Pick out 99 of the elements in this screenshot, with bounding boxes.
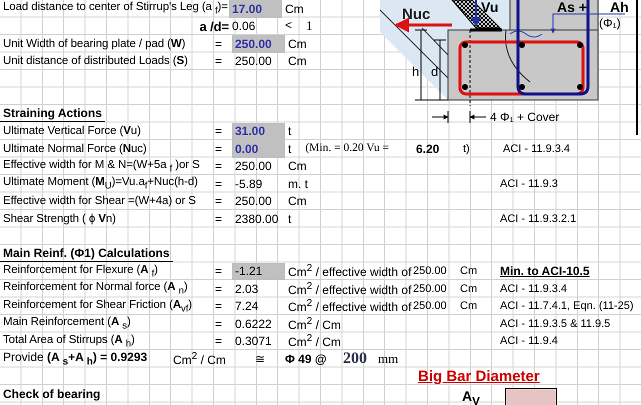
equals-sign: = [214, 264, 223, 278]
code-reference: ACI - 11.9.3 [500, 178, 558, 190]
value-cell-text: 7.24 [234, 298, 260, 315]
force-arrow [471, 0, 481, 28]
dimension-label: h [412, 64, 420, 79]
equals-sign: = [214, 176, 223, 191]
provide-label: Provide (A $_{s}$+A $_{h}$) = 0.9293 [2, 350, 148, 368]
code-reference: ACI - 11.7.4.1, Eqn. (11-25) [500, 300, 634, 312]
unit-label: Cm$^{2}$ / Cm [288, 316, 341, 332]
equals-sign: = [214, 316, 223, 331]
field-label: Ultimate Normal Force (Nuc) [2, 142, 148, 155]
approx-sign: ≅ [254, 352, 266, 366]
bar-label: Φ 49 @ [285, 352, 328, 366]
field-label: Load distance to center of Stirrup's Leg (a $_{f}$)= [2, 1, 229, 16]
code-reference: ACI - 11.9.3.5 & 11.9.5 [500, 318, 610, 330]
field-label: a /d= [198, 18, 229, 34]
field-label: Effective width for M & N=(W+5a $_{f}$ )or S [2, 158, 201, 174]
field-label: Ultimate Vertical Force (Vu) [2, 125, 142, 138]
note-value: 250.00 [412, 265, 448, 278]
unit-label: Cm [288, 159, 307, 174]
field-label: Total Area of Stirrups (A $_{h}$) [2, 334, 136, 349]
unit-label: Cm$^{2}$ / effective width of [288, 280, 412, 297]
equals-sign: = [214, 36, 223, 51]
note-text: 1 [306, 18, 313, 34]
unit-label: m. t [288, 176, 308, 191]
unit-label: Cm$^{2}$ / Cm [288, 333, 341, 350]
note-text: (Min. = 0.20 Vu = [305, 142, 389, 156]
note-unit: Cm [460, 300, 478, 312]
value-cell-text: 2.03 [234, 280, 260, 298]
value-cell-text: 250.00 [234, 53, 273, 70]
section-heading: Straining Actions [0, 105, 105, 122]
value-cell[interactable]: 0.00 [232, 140, 285, 158]
bar-label: (Φ₁) [599, 16, 621, 30]
value-cell-text: 0.3071 [234, 333, 273, 350]
note-value: 250.00 [412, 282, 448, 295]
value-cell[interactable]: 250.00 [232, 35, 285, 52]
note-unit: Cm [460, 282, 478, 295]
field-label: Reinforcement for Normal force (A $_{n}$) [2, 281, 189, 296]
spacing-value: 200 [343, 350, 368, 368]
equals-sign: = [214, 54, 223, 68]
code-reference: Min. to ACI-10.5 [500, 264, 590, 278]
value-cell-text: 2380.00 [234, 210, 280, 228]
field-label: Ultimate Moment (M$_{U}$)=Vu.a$_{f}$+Nuc(h-d) [2, 176, 199, 192]
unit-label: < [285, 18, 292, 34]
field-label: Effective width for Shear =(W+4a) or S [2, 195, 197, 208]
steel-label: As + [557, 0, 587, 15]
unit-label: t [288, 212, 292, 226]
code-reference: ACI - 11.9.3.4 [503, 142, 570, 155]
note-unit: t) [463, 142, 471, 155]
unit-label: Cm$^{2}$ / effective width of [288, 298, 412, 314]
value-box [505, 388, 557, 405]
equals-sign: = [214, 212, 223, 226]
value-cell[interactable]: 17.00 [229, 0, 282, 18]
unit-label: Cm$^{2}$ / Cm [173, 350, 227, 367]
dimension-label: 4 Φ₁ + Cover [490, 110, 560, 124]
note-value: 250.00 [412, 300, 448, 312]
code-reference: ACI - 11.9.3.2.1 [500, 212, 576, 225]
equals-sign: = [214, 299, 223, 314]
unit-label: Cm$^{2}$ / effective width of [288, 263, 412, 280]
equals-sign: = [214, 159, 223, 174]
value-cell-text: 250.00 [234, 158, 273, 175]
field-label: Unit Width of bearing plate / pad (W) [2, 38, 186, 50]
force-arrow [394, 18, 452, 32]
unit-label: t [288, 142, 292, 156]
force-label: Nuc [402, 6, 430, 23]
equals-sign: = [214, 334, 223, 348]
unit-label: Cm [288, 54, 307, 68]
equals-sign: = [214, 282, 223, 296]
unit-label: Cm [288, 36, 307, 51]
section-heading: Check of bearing [2, 386, 102, 402]
steel-label: Ah [610, 0, 629, 15]
dimension-label: d [431, 64, 438, 79]
field-label: Reinforcement for Flexure (A $_{f}$) [2, 264, 159, 279]
field-label: Main Reinforcement (A $_{s}$) [2, 316, 132, 332]
value-cell: -1.21 [232, 262, 285, 280]
unit-label: Cm [288, 194, 307, 208]
field-label: Shear Strength ( ϕ Vn) [2, 212, 117, 225]
note-value: 6.20 [415, 142, 440, 156]
note-unit: Cm [460, 265, 478, 278]
value-cell[interactable]: 31.00 [232, 122, 285, 140]
warning-title: Big Bar Diameter [418, 368, 540, 385]
equals-sign: = [214, 194, 223, 208]
area-label: A$_{V}$ [462, 388, 480, 405]
section-heading: Main Reinf. (Φ1) Calculations [0, 245, 173, 262]
force-label: Vu [481, 0, 498, 15]
field-label: Reinforcement for Shear Friction (A$_{vf}$) [2, 298, 194, 314]
field-label: Unit distance of distributed Loads (S) [2, 55, 189, 68]
unit-label: mm [378, 350, 398, 367]
code-reference: ACI - 11.9.3.4 [500, 282, 568, 295]
value-cell-text: 250.00 [234, 193, 273, 210]
unit-label: Cm [285, 2, 304, 16]
equals-sign: = [214, 124, 223, 138]
dimension-line [432, 110, 486, 124]
unit-label: t [288, 124, 292, 138]
code-reference: ACI - 11.9.4 [500, 335, 558, 348]
value-cell-text: 0.06 [231, 18, 256, 35]
value-cell-text: -5.89 [234, 176, 264, 192]
value-cell-text: 0.6222 [234, 316, 273, 332]
equals-sign: = [214, 142, 223, 156]
